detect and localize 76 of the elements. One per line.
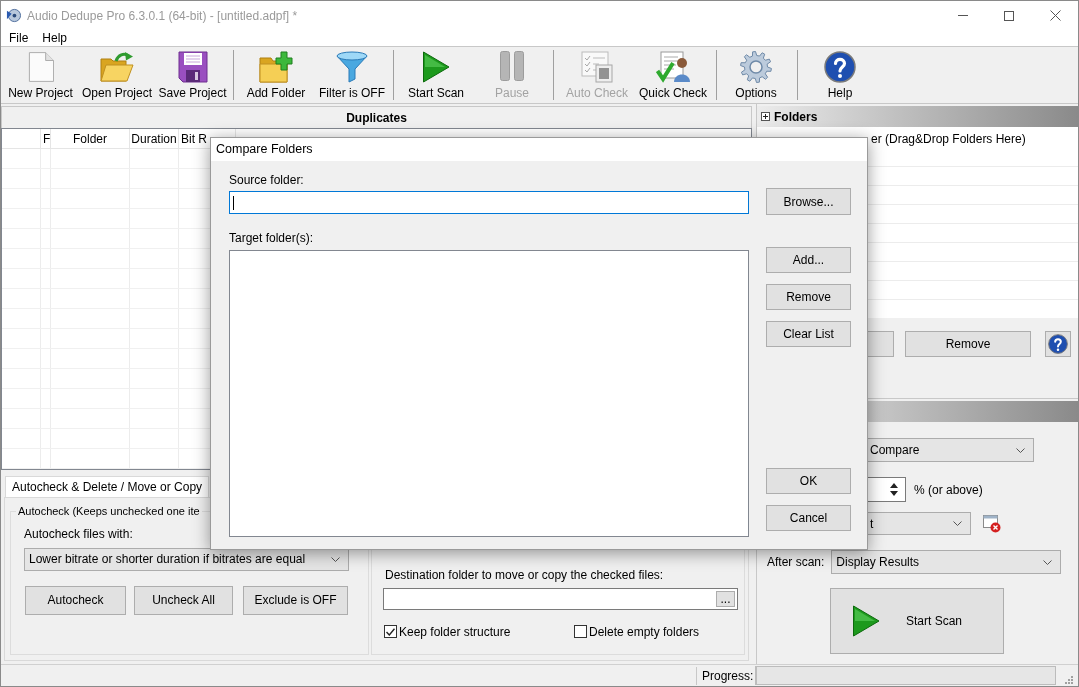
settings-icon: [740, 51, 772, 83]
checklist-person-icon: [656, 51, 690, 83]
input-field[interactable]: [229, 191, 749, 214]
dropdown[interactable]: Lower bitrate or shorter duration if bitrates are equal: [24, 547, 349, 571]
list-action-button[interactable]: Add...: [766, 247, 851, 273]
pause-icon: [500, 51, 524, 81]
list-action-button[interactable]: Clear List: [766, 321, 851, 347]
checkbox[interactable]: [384, 625, 397, 638]
toolbar-button[interactable]: Start Scan: [397, 47, 475, 103]
column-header[interactable]: Folder: [73, 129, 107, 148]
spin-arrows-icon: [890, 483, 898, 496]
window-x-icon: [983, 514, 1001, 533]
folder-plus-icon: [259, 51, 293, 83]
field-label: Target folder(s):: [229, 231, 315, 246]
play-icon: [852, 605, 880, 637]
dialog-button[interactable]: Cancel: [766, 505, 851, 531]
toolbar-button[interactable]: Options: [722, 47, 790, 103]
toolbar-button[interactable]: Save Project: [156, 47, 229, 103]
window-title: Audio Dedupe Pro 6.3.0.1 (64-bit) - [untitled.adpf] *: [27, 7, 298, 25]
checkbox[interactable]: [574, 625, 587, 638]
help-icon: [1048, 334, 1068, 354]
field-label: Source folder:: [229, 173, 305, 188]
minimize-icon: [958, 15, 968, 16]
folder-arrow-icon: [100, 51, 134, 83]
action-button[interactable]: Autocheck: [25, 585, 126, 615]
help-icon: [824, 51, 856, 83]
remove-button[interactable]: Remove: [905, 331, 1031, 357]
funnel-icon: [336, 51, 368, 83]
field-label: Destination folder to move or copy the checked files:: [385, 567, 665, 584]
menu-item[interactable]: Help: [35, 31, 75, 45]
list-action-button[interactable]: Remove: [766, 284, 851, 310]
start-scan-button[interactable]: Start Scan: [830, 588, 1004, 654]
action-button[interactable]: Exclude is OFF: [243, 585, 348, 615]
column-header[interactable]: Duration: [131, 129, 177, 148]
checkbox-label[interactable]: Delete empty folders: [589, 622, 700, 641]
chevron-down-icon: [1043, 559, 1053, 565]
toolbar-button[interactable]: Help: [805, 47, 875, 103]
toolbar-button[interactable]: Add Folder: [238, 47, 314, 103]
maximize-icon: [1004, 10, 1014, 21]
check-icon: [386, 627, 395, 636]
text-cursor-icon: [233, 195, 234, 210]
browse-button[interactable]: Browse...: [766, 188, 851, 215]
toolbar-button[interactable]: Filter is OFF: [314, 47, 390, 103]
document-icon: [27, 51, 54, 83]
field-label: Autocheck files with:: [24, 525, 134, 543]
resize-grip-icon: [1063, 674, 1074, 684]
field-label: After scan:: [767, 554, 825, 571]
dropdown[interactable]: Display Results: [831, 550, 1062, 574]
column-header[interactable]: Bit R: [181, 129, 207, 148]
plus-box-icon: [761, 112, 770, 121]
list-header-text: er (Drag&Drop Folders Here): [871, 132, 1026, 146]
checklist-icon: [581, 51, 613, 83]
column-header[interactable]: F: [43, 129, 51, 148]
chevron-down-icon: [1016, 447, 1025, 453]
checkbox-label[interactable]: Keep folder structure: [399, 622, 511, 641]
input-field[interactable]: ...: [383, 588, 738, 610]
play-icon: [422, 51, 450, 83]
dialog-button[interactable]: OK: [766, 468, 851, 494]
toolbar-button[interactable]: Open Project: [78, 47, 156, 103]
toolbar-button[interactable]: Quick Check: [636, 47, 710, 103]
browse-button[interactable]: ...: [716, 591, 735, 607]
chevron-down-icon: [331, 556, 340, 562]
action-button[interactable]: Uncheck All: [134, 585, 233, 615]
panel-title: Folders: [774, 108, 818, 126]
help-button[interactable]: [1045, 331, 1071, 357]
menu-item[interactable]: File: [2, 31, 36, 45]
chevron-down-icon: [953, 521, 962, 526]
progress-label: Progress:: [702, 667, 754, 685]
group-title: Autocheck (Keeps unchecked one ite: [17, 504, 201, 519]
unit-label: % (or above): [914, 481, 983, 499]
app-icon: [6, 8, 21, 23]
dialog-title: Compare Folders: [216, 141, 313, 159]
close-icon: [1049, 10, 1061, 21]
toolbar-button[interactable]: New Project: [3, 47, 78, 103]
tab[interactable]: Autocheck & Delete / Move or Copy: [5, 476, 210, 497]
panel-title: Duplicates: [346, 109, 407, 127]
